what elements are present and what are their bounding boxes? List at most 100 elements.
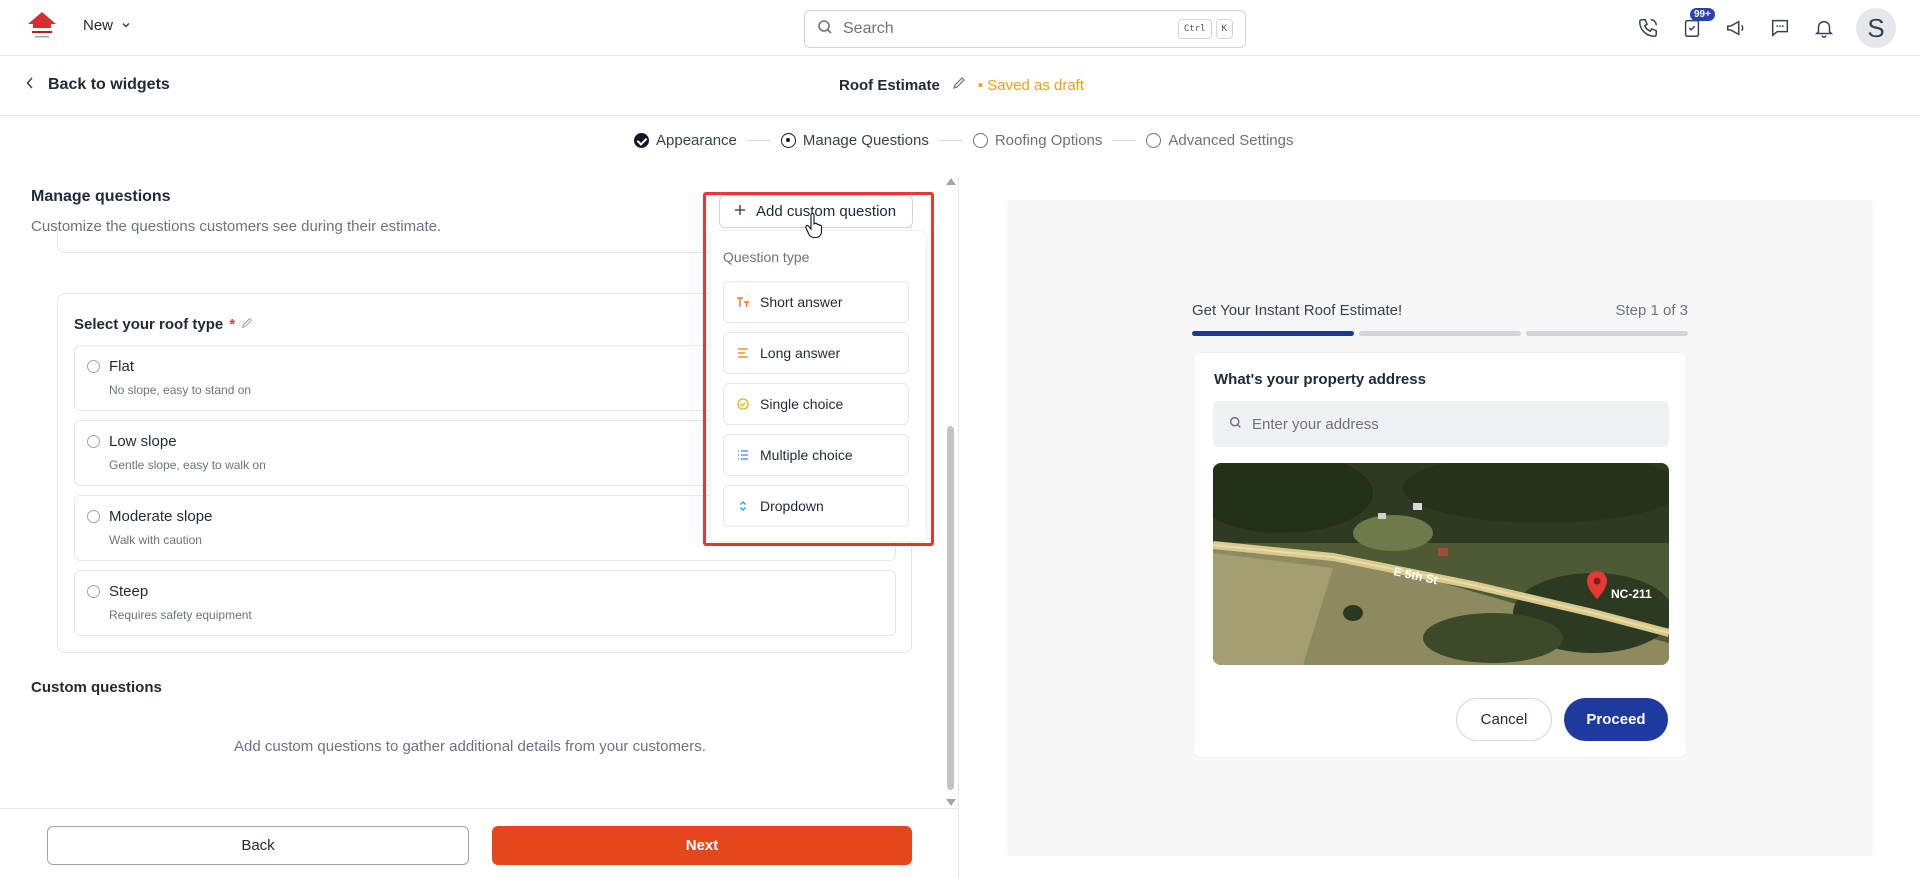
progress-segment xyxy=(1359,331,1521,336)
user-avatar[interactable]: S xyxy=(1856,8,1896,48)
question-label: Select your roof type * xyxy=(74,316,253,333)
text-format-icon xyxy=(736,296,750,308)
step-connector xyxy=(746,140,771,141)
option-name: Moderate slope xyxy=(109,508,213,525)
widget-editor-header: Back to widgets Roof Estimate • Saved as… xyxy=(0,56,1920,116)
step-label: Manage Questions xyxy=(802,132,929,149)
empty-circle-icon xyxy=(1146,133,1162,148)
search-icon xyxy=(1229,416,1242,433)
step-advanced-settings[interactable]: Advanced Settings xyxy=(1146,132,1294,149)
check-circle-icon xyxy=(634,133,649,148)
option-name: Low slope xyxy=(109,433,177,450)
bell-icon[interactable] xyxy=(1812,16,1836,40)
new-menu-button[interactable]: New xyxy=(83,17,131,34)
chat-icon[interactable] xyxy=(1768,16,1792,40)
option-description: Requires safety equipment xyxy=(109,608,252,622)
chevron-updown-icon xyxy=(736,500,750,512)
tasks-count-badge: 99+ xyxy=(1690,8,1715,21)
preview-heading: Get Your Instant Roof Estimate! xyxy=(1192,302,1403,319)
step-manage-questions[interactable]: Manage Questions xyxy=(780,132,929,149)
widget-title: Roof Estimate xyxy=(839,76,940,94)
preview-question-text: What's your property address xyxy=(1214,371,1426,388)
address-input[interactable]: Enter your address xyxy=(1213,401,1669,447)
option-name: Steep xyxy=(109,583,149,600)
scroll-down-arrow-icon[interactable] xyxy=(946,799,956,806)
edit-pencil-icon[interactable] xyxy=(952,76,966,94)
back-to-widgets-link[interactable]: Back to widgets xyxy=(26,76,170,94)
chevron-down-icon xyxy=(121,17,131,34)
left-panel-scrollbar[interactable] xyxy=(946,176,956,808)
roof-option-steep[interactable]: Steep Requires safety equipment xyxy=(74,570,896,636)
active-dot-circle-icon xyxy=(780,133,796,148)
step-roofing-options[interactable]: Roofing Options xyxy=(972,132,1103,149)
map-road-label: NC-211 xyxy=(1611,587,1652,601)
radio-button[interactable] xyxy=(87,435,100,448)
preview-progress-bar xyxy=(1192,331,1688,336)
address-placeholder: Enter your address xyxy=(1252,415,1379,433)
plus-icon xyxy=(734,203,746,220)
preview-cancel-button[interactable]: Cancel xyxy=(1456,698,1552,741)
custom-questions-title: Custom questions xyxy=(31,679,162,696)
progress-segment xyxy=(1192,331,1354,336)
menu-item-multiple-choice[interactable]: Multiple choice xyxy=(723,434,909,476)
draft-status-text: • Saved as draft xyxy=(977,76,1085,94)
satellite-map[interactable]: E 5th St NC-211 xyxy=(1213,463,1669,665)
step-connector xyxy=(938,140,963,141)
step-appearance[interactable]: Appearance xyxy=(634,132,737,149)
megaphone-icon[interactable] xyxy=(1724,16,1748,40)
menu-item-label: Single choice xyxy=(760,396,844,412)
back-button[interactable]: Back xyxy=(47,826,469,865)
menu-item-long-answer[interactable]: Long answer xyxy=(723,332,909,374)
lines-icon xyxy=(736,348,750,358)
global-search-input[interactable]: Search Ctrl K xyxy=(804,10,1246,48)
list-check-icon xyxy=(736,450,750,460)
menu-item-dropdown[interactable]: Dropdown xyxy=(723,485,909,527)
check-circle-icon xyxy=(736,398,750,410)
tasks-clipboard-icon[interactable]: 99+ xyxy=(1680,8,1715,40)
menu-item-single-choice[interactable]: Single choice xyxy=(723,383,909,425)
company-logo[interactable] xyxy=(24,10,60,42)
option-name: Flat xyxy=(109,358,135,375)
radio-button[interactable] xyxy=(87,360,100,373)
next-button[interactable]: Next xyxy=(492,826,912,865)
option-description: Walk with caution xyxy=(109,533,202,547)
question-type-heading: Question type xyxy=(723,249,810,265)
menu-item-label: Multiple choice xyxy=(760,447,853,463)
step-label: Roofing Options xyxy=(994,132,1103,149)
custom-questions-empty-state: Add custom questions to gather additiona… xyxy=(234,738,706,755)
new-menu-label: New xyxy=(83,17,114,34)
empty-circle-icon xyxy=(972,133,988,148)
scroll-up-arrow-icon[interactable] xyxy=(946,178,956,185)
menu-item-label: Long answer xyxy=(760,345,841,361)
panel-divider xyxy=(958,176,959,878)
menu-item-label: Short answer xyxy=(760,294,843,310)
scrollbar-thumb[interactable] xyxy=(947,426,954,790)
chevron-left-icon xyxy=(26,76,34,94)
step-label: Advanced Settings xyxy=(1168,132,1294,149)
search-placeholder: Search xyxy=(843,20,894,37)
shortcut-key-ctrl: Ctrl xyxy=(1177,19,1212,39)
phone-icon[interactable] xyxy=(1636,16,1660,40)
top-navigation-bar: New Search Ctrl K 99+ S xyxy=(0,0,1920,56)
step-navigation-footer: Back Next xyxy=(0,808,958,878)
shortcut-key-k: K xyxy=(1215,19,1233,39)
option-description: No slope, easy to stand on xyxy=(109,383,252,397)
menu-item-short-answer[interactable]: Short answer xyxy=(723,281,909,323)
search-icon xyxy=(817,19,833,40)
required-marker: * xyxy=(229,316,236,333)
step-connector xyxy=(1112,140,1137,141)
preview-proceed-button[interactable]: Proceed xyxy=(1564,698,1668,741)
question-type-menu: Question type Short answer Long answer S… xyxy=(710,230,927,542)
edit-pencil-icon[interactable] xyxy=(241,316,253,333)
question-text: Select your roof type xyxy=(74,316,224,333)
preview-question-card: What's your property address Enter your … xyxy=(1193,352,1687,758)
back-to-widgets-label: Back to widgets xyxy=(48,76,170,93)
radio-button[interactable] xyxy=(87,585,100,598)
preview-header: Get Your Instant Roof Estimate! Step 1 o… xyxy=(1192,302,1688,319)
progress-segment xyxy=(1526,331,1688,336)
section-title: Manage questions xyxy=(31,188,171,205)
radio-button[interactable] xyxy=(87,510,100,523)
menu-item-label: Dropdown xyxy=(760,498,824,514)
editor-stepper: Appearance Manage Questions Roofing Opti… xyxy=(634,132,1294,149)
option-description: Gentle slope, easy to walk on xyxy=(109,458,266,472)
